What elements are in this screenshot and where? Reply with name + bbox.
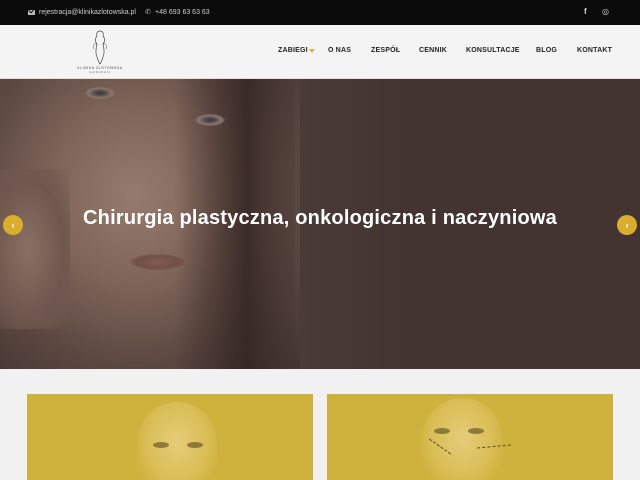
nav-o-nas[interactable]: O NAS [328,47,351,54]
logo-subtext: CHIRURGIA [89,71,111,74]
card-eye [153,442,169,448]
logo[interactable]: KLINIKA ZŁOTOWSKA CHIRURGIA [70,29,130,75]
nav-kontakt[interactable]: KONTAKT [577,47,612,54]
card-eye [187,442,203,448]
instagram-icon[interactable]: ◎ [602,7,609,16]
card-face-image [422,398,502,480]
card-eye [434,428,450,434]
logo-text: KLINIKA ZŁOTOWSKA [77,66,123,70]
nav-blog[interactable]: BLOG [536,47,557,54]
treatments-section [0,369,640,480]
nav-zespol[interactable]: ZESPÓŁ [371,47,400,54]
logo-figure-icon [92,30,108,65]
phone-link[interactable]: +48 693 63 63 63 [155,9,210,16]
card-eye [468,428,484,434]
envelope-icon [28,10,35,15]
hero-slider: Chirurgia plastyczna, onkologiczna i nac… [0,79,640,369]
nav-konsultacje[interactable]: KONSULTACJE [466,47,520,54]
nav-zabiegi[interactable]: ZABIEGI [278,47,308,54]
card-face-image [137,402,217,480]
treatment-card[interactable] [327,394,613,480]
site-header: KLINIKA ZŁOTOWSKA CHIRURGIA ZABIEGI O NA… [0,25,640,79]
email-contact[interactable]: rejestracja@klinikazlotowska.pl [28,9,136,16]
nav-cennik[interactable]: CENNIK [419,47,447,54]
email-link[interactable]: rejestracja@klinikazlotowska.pl [39,9,136,16]
facebook-icon[interactable]: f [584,7,587,16]
hero-title: Chirurgia plastyczna, onkologiczna i nac… [83,207,557,229]
slider-prev-button[interactable]: ‹ [3,215,23,235]
treatment-card[interactable] [27,394,313,480]
top-bar: rejestracja@klinikazlotowska.pl ✆ +48 69… [0,0,640,25]
chevron-down-icon[interactable] [309,49,315,53]
slider-next-button[interactable]: › [617,215,637,235]
phone-contact[interactable]: ✆ +48 693 63 63 63 [145,8,210,17]
phone-icon: ✆ [145,8,151,16]
